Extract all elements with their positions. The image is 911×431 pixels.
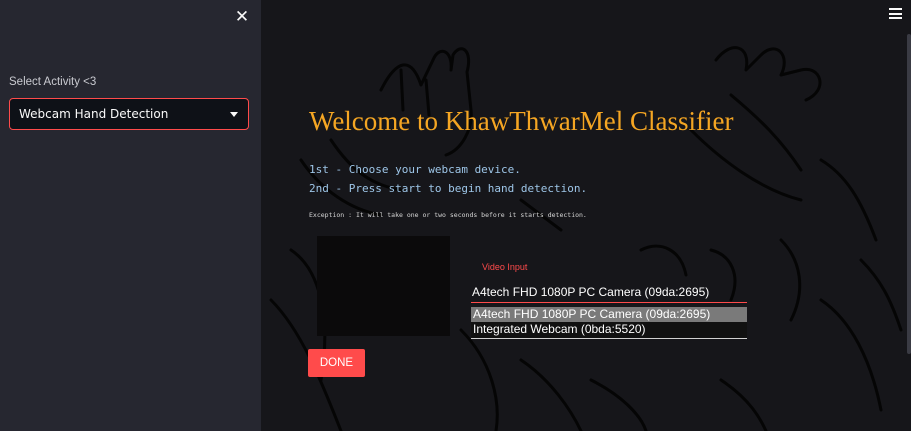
activity-select[interactable]: Webcam Hand Detection xyxy=(9,98,249,130)
page-title: Welcome to KhawThwarMel Classifier xyxy=(309,106,734,136)
scrollbar[interactable] xyxy=(907,34,911,354)
close-icon[interactable]: ✕ xyxy=(233,8,251,26)
exception-note: Exception : It will take one or two seco… xyxy=(309,211,587,219)
video-device-options: A4tech FHD 1080P PC Camera (09da:2695) I… xyxy=(471,307,747,339)
activity-select-value: Webcam Hand Detection xyxy=(19,107,169,121)
video-preview xyxy=(317,236,450,336)
sidebar: ✕ Select Activity <3 Webcam Hand Detecti… xyxy=(0,0,261,431)
video-device-select[interactable]: A4tech FHD 1080P PC Camera (09da:2695) xyxy=(471,283,747,303)
video-device-select-value: A4tech FHD 1080P PC Camera (09da:2695) xyxy=(472,285,710,299)
video-input-label: Video Input xyxy=(482,262,528,272)
device-option[interactable]: Integrated Webcam (0bda:5520) xyxy=(471,322,747,337)
hamburger-menu-icon[interactable] xyxy=(889,8,903,20)
done-button[interactable]: DONE xyxy=(308,349,365,377)
select-activity-label: Select Activity <3 xyxy=(9,76,97,88)
main-content: Welcome to KhawThwarMel Classifier 1st -… xyxy=(261,0,911,431)
chevron-down-icon xyxy=(230,112,238,117)
instruction-step-2: 2nd - Press start to begin hand detectio… xyxy=(309,182,588,195)
app-window: ✕ Select Activity <3 Webcam Hand Detecti… xyxy=(0,0,911,431)
instruction-step-1: 1st - Choose your webcam device. xyxy=(309,163,521,176)
device-option[interactable]: A4tech FHD 1080P PC Camera (09da:2695) xyxy=(471,307,747,322)
